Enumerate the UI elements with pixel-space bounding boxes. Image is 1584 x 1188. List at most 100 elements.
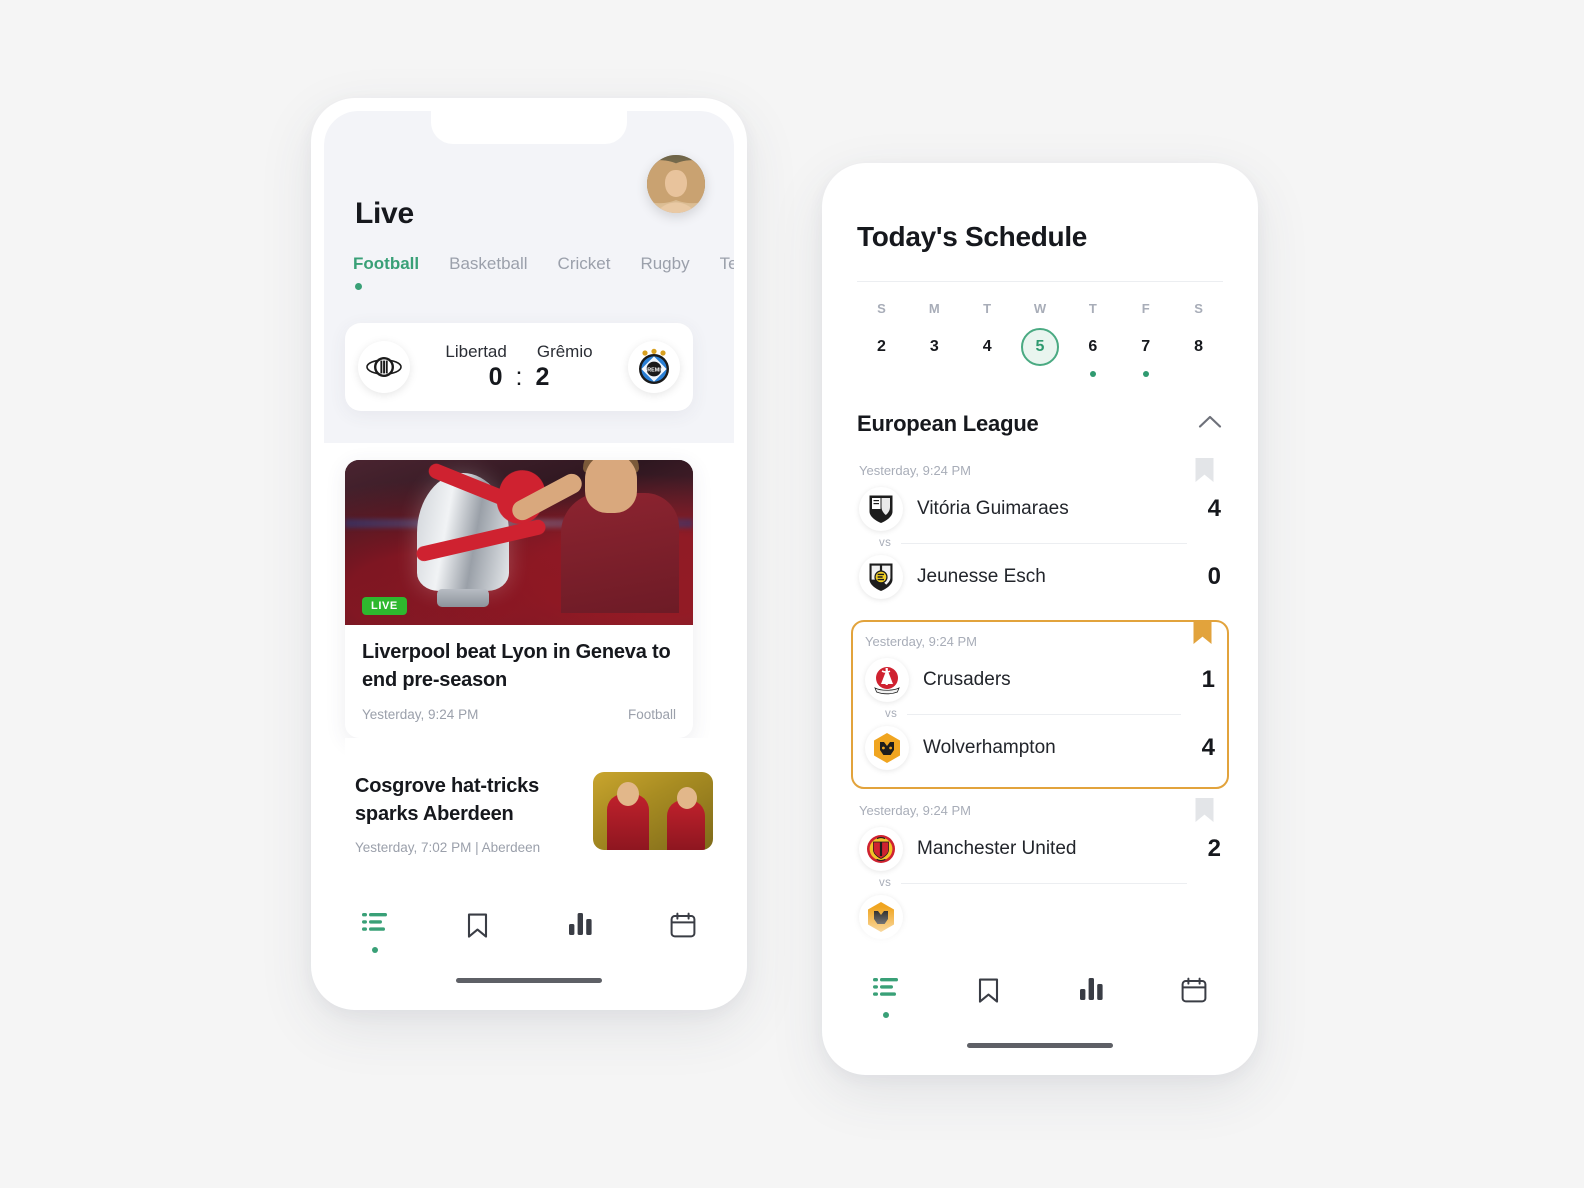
jeunesse-esch-crest — [859, 555, 903, 599]
page-title: Live — [355, 197, 414, 230]
day-label: T — [1088, 301, 1097, 316]
home-team-name: Manchester United — [917, 838, 1077, 859]
live-badge: LIVE — [362, 597, 407, 615]
day-label: F — [1141, 301, 1150, 316]
active-indicator-dot — [883, 1012, 890, 1018]
schedule-title: Today's Schedule — [857, 221, 1088, 252]
vs-line — [901, 542, 1187, 544]
news-feed: LIVE Liverpool beat Lyon in Geneva to en… — [324, 443, 734, 856]
date-col-wednesday-selected[interactable]: W 5 — [1014, 301, 1067, 377]
secondary-article-title: Cosgrove hat-tricks sparks Aberdeen — [355, 775, 540, 826]
feed-icon — [872, 977, 900, 1003]
bookmark-icon — [977, 977, 1000, 1009]
featured-article-card[interactable]: LIVE Liverpool beat Lyon in Geneva to en… — [345, 460, 693, 739]
tab-cricket[interactable]: Cricket — [558, 254, 611, 278]
away-team-name: Wolverhampton — [923, 737, 1056, 758]
day-label: W — [1033, 301, 1047, 316]
nav-item-bookmarks[interactable] — [427, 912, 530, 944]
vitoria-guimaraes-crest — [859, 487, 903, 531]
secondary-article-thumbnail — [593, 772, 713, 851]
featured-article-body: Liverpool beat Lyon in Geneva to end pre… — [345, 625, 693, 738]
away-team-row: Jeunesse Esch 0 — [859, 552, 1221, 602]
featured-article-category: Football — [627, 707, 676, 723]
match-time: Yesterday, 9:24 PM — [859, 803, 972, 818]
match-list: Yesterday, 9:24 PM Vitória Guimaraes 4 v… — [835, 437, 1245, 942]
featured-article-meta: Yesterday, 9:24 PM Football — [362, 707, 676, 722]
avatar[interactable] — [647, 155, 705, 213]
day-label: T — [983, 301, 992, 316]
nav-item-feed[interactable] — [835, 977, 938, 1018]
date-col-thursday[interactable]: T 6 — [1066, 301, 1119, 377]
player-figure — [508, 460, 680, 613]
stats-icon — [568, 912, 593, 941]
secondary-article-text: Cosgrove hat-tricks sparks Aberdeen Yest… — [355, 772, 577, 855]
day-label: S — [1194, 301, 1203, 316]
secondary-article-meta: Yesterday, 7:02 PM | Aberdeen — [355, 840, 541, 856]
home-team-row: Vitória Guimaraes 4 — [859, 484, 1221, 534]
home-team-name: Vitória Guimaraes — [917, 498, 1069, 519]
manchester-united-crest — [859, 827, 903, 871]
league-header[interactable]: European League — [835, 377, 1245, 437]
date-col-monday[interactable]: M 3 — [908, 301, 961, 377]
live-score-card[interactable]: Libertad Grêmio 0 : 2 GREMIO — [345, 323, 693, 411]
vs-separator: vs — [859, 534, 1221, 552]
crusaders-crest — [865, 658, 909, 702]
live-header: Live Football Basketball Cricket Rugby T… — [324, 111, 734, 443]
calendar-icon — [670, 912, 696, 943]
nav-item-calendar[interactable] — [632, 912, 735, 943]
score-values: 0 : 2 — [414, 363, 624, 392]
nav-item-stats[interactable] — [1040, 977, 1143, 1006]
bookmark-icon[interactable] — [1194, 457, 1215, 488]
date-col-saturday[interactable]: S 8 — [1172, 301, 1225, 377]
vs-separator: vs — [859, 874, 1221, 892]
secondary-article[interactable]: Cosgrove hat-tricks sparks Aberdeen Yest… — [345, 738, 713, 856]
bookmark-icon — [466, 912, 489, 944]
away-team-name: Grêmio — [536, 342, 593, 361]
tab-basketball[interactable]: Basketball — [449, 254, 527, 278]
date-col-friday[interactable]: F 7 — [1119, 301, 1172, 377]
tab-football[interactable]: Football — [353, 254, 419, 290]
nav-item-bookmarks[interactable] — [938, 977, 1041, 1009]
away-team-name: Jeunesse Esch — [917, 566, 1046, 587]
nav-item-feed[interactable] — [324, 912, 427, 953]
date-col-tuesday[interactable]: T 4 — [961, 301, 1014, 377]
day-number: 3 — [929, 338, 939, 355]
bookmark-icon[interactable] — [1194, 797, 1215, 828]
team-names: Libertad Grêmio — [414, 342, 624, 362]
stats-icon — [1079, 977, 1104, 1006]
featured-article-title: Liverpool beat Lyon in Geneva to end pre… — [362, 641, 671, 691]
phone-right: Today's Schedule S 2 M 3 T 4 W 5 T 6 F 7… — [822, 163, 1258, 1075]
home-team-score: 1 — [1201, 666, 1215, 693]
day-label: M — [928, 301, 940, 316]
nav-item-calendar[interactable] — [1143, 977, 1246, 1008]
away-team-score: 0 — [1207, 563, 1221, 590]
vs-separator: vs — [865, 705, 1215, 723]
day-number: 5 — [1021, 328, 1059, 366]
match-row[interactable]: Yesterday, 9:24 PM Manchester United 2 v… — [855, 797, 1225, 942]
vs-line — [907, 713, 1181, 715]
nav-item-stats[interactable] — [529, 912, 632, 941]
live-screen: Live Football Basketball Cricket Rugby T… — [324, 111, 734, 1010]
chevron-up-icon[interactable] — [1198, 414, 1222, 434]
wolverhampton-crest — [865, 726, 909, 770]
home-indicator — [967, 1043, 1113, 1048]
libertad-crest — [358, 341, 410, 393]
bookmark-icon-filled[interactable] — [1192, 619, 1213, 652]
home-team-name: Crusaders — [923, 669, 1011, 690]
wolverhampton-crest — [859, 895, 903, 939]
match-time: Yesterday, 9:24 PM — [859, 463, 972, 478]
match-row-highlighted[interactable]: Yesterday, 9:24 PM Crusaders 1 vs Wolver… — [851, 619, 1229, 789]
tab-rugby[interactable]: Rugby — [640, 254, 689, 278]
match-time: Yesterday, 9:24 PM — [865, 634, 978, 649]
match-row[interactable]: Yesterday, 9:24 PM Vitória Guimaraes 4 v… — [855, 457, 1225, 602]
day-number: 8 — [1194, 338, 1204, 355]
event-dot — [1142, 371, 1149, 377]
vs-label: vs — [879, 537, 892, 549]
week-date-strip: S 2 M 3 T 4 W 5 T 6 F 7 S 8 — [835, 282, 1245, 377]
home-team-score: 2 — [1207, 835, 1221, 862]
home-indicator — [456, 978, 602, 983]
date-col-sunday[interactable]: S 2 — [855, 301, 908, 377]
event-dot — [1089, 371, 1096, 377]
home-team-name: Libertad — [445, 342, 507, 361]
tab-tennis[interactable]: Te — [720, 254, 734, 278]
